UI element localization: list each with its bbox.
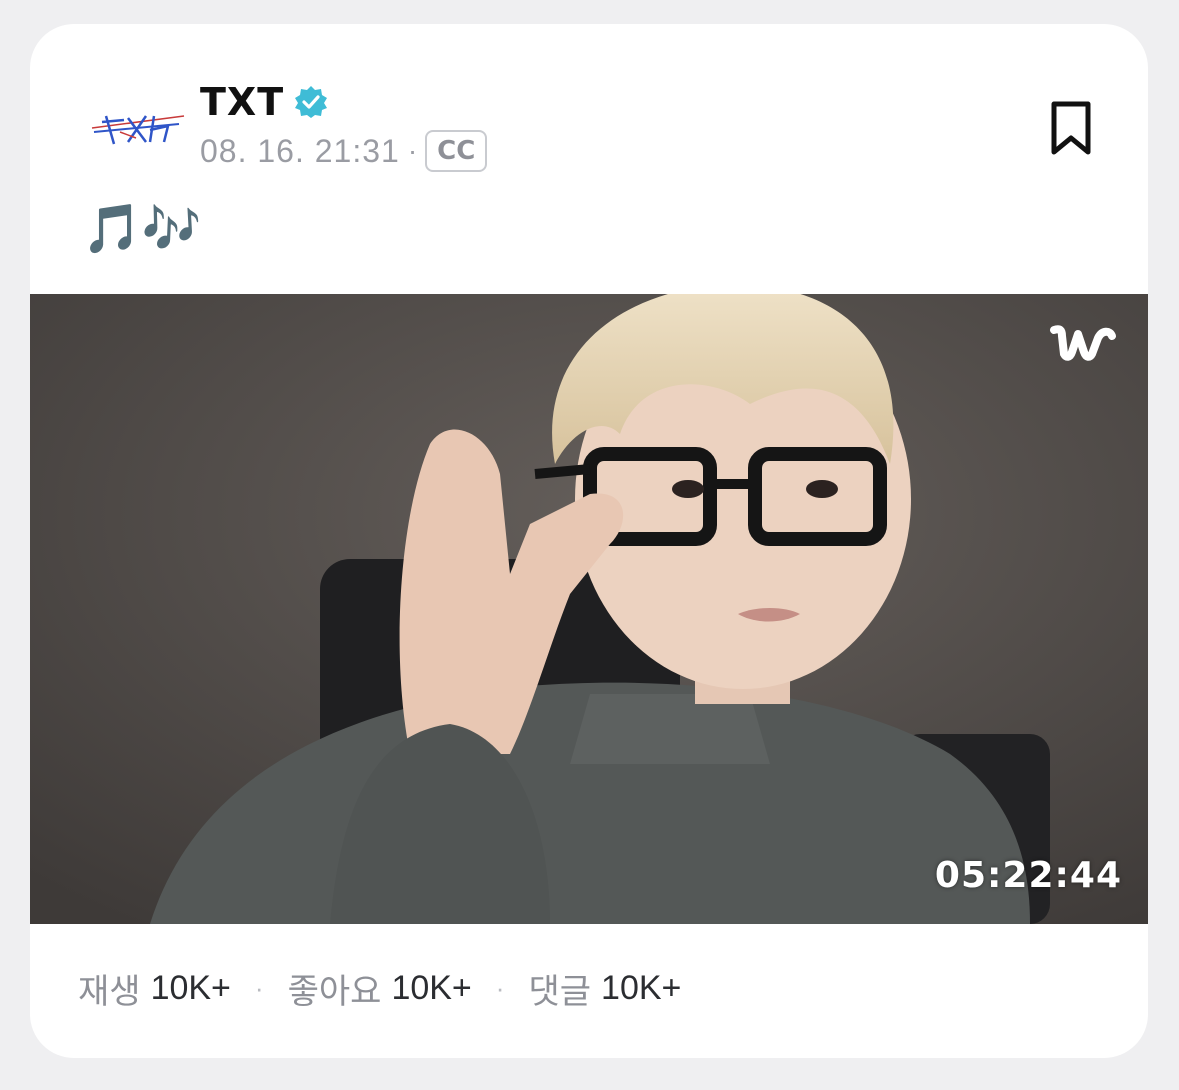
video-duration: 05:22:44: [934, 855, 1122, 896]
video-thumbnail[interactable]: 05:22:44: [30, 294, 1148, 924]
post-card[interactable]: TXT 08. 16. 21:31 · CC 🎵🎶 05:22:44 재생 10…: [30, 24, 1148, 1058]
txt-logo-icon: [91, 115, 185, 145]
verified-badge-icon: [295, 86, 328, 118]
channel-avatar[interactable]: [84, 86, 194, 166]
weverse-logo-icon: [1050, 325, 1116, 361]
post-timestamp: 08. 16. 21:31: [200, 132, 400, 169]
meta-separator: ·: [407, 135, 418, 166]
stat-label-comments: 댓글: [528, 973, 592, 1011]
channel-name[interactable]: TXT: [200, 80, 284, 124]
cc-badge: CC: [425, 130, 488, 172]
stat-value-likes: 10K+: [391, 969, 472, 1007]
stat-separator: ·: [495, 973, 505, 1003]
post-meta-row: 08. 16. 21:31 · CC: [200, 130, 488, 172]
stat-value-plays: 10K+: [150, 969, 231, 1007]
channel-name-row: TXT: [200, 80, 328, 124]
stat-value-comments: 10K+: [601, 969, 682, 1007]
stat-label-likes: 좋아요: [287, 973, 382, 1011]
bookmark-icon[interactable]: [1044, 98, 1098, 158]
stat-label-plays: 재생: [78, 973, 141, 1011]
video-frame-image: [30, 294, 1148, 924]
post-stats: 재생 10K+ · 좋아요 10K+ · 댓글 10K+: [78, 964, 681, 1013]
stat-separator: ·: [254, 973, 264, 1003]
post-text: 🎵🎶: [82, 203, 202, 256]
